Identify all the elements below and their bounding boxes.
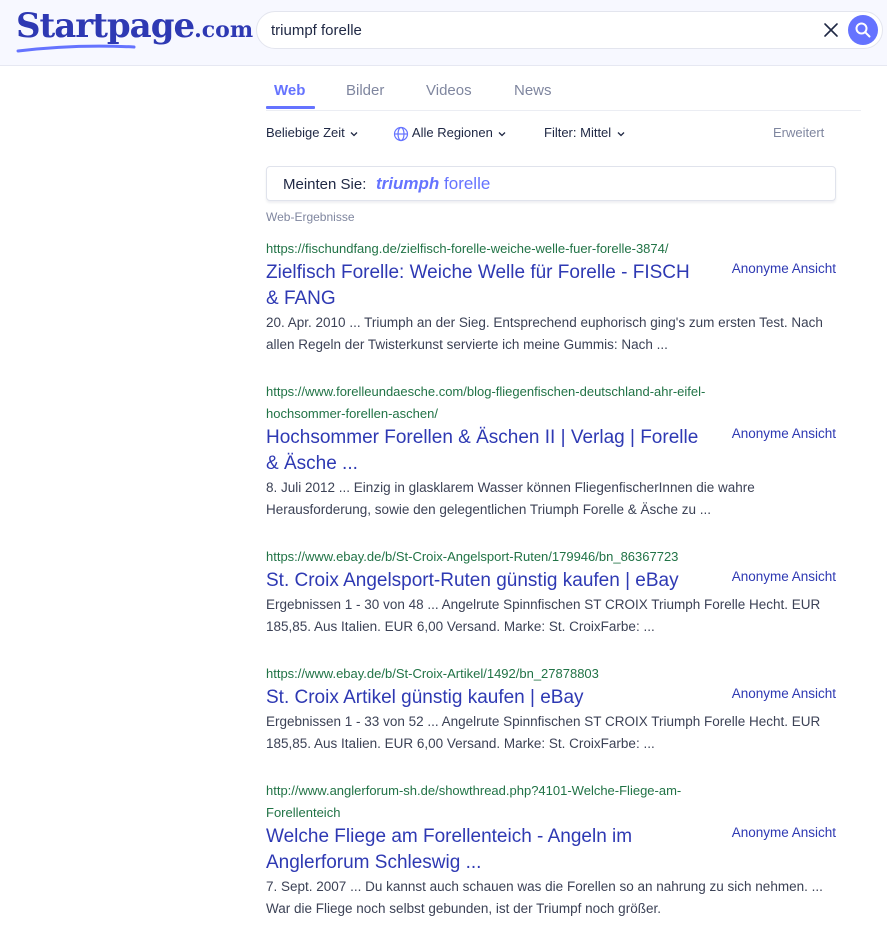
did-you-mean-rest-word: forelle — [444, 174, 491, 193]
close-icon — [824, 23, 838, 37]
result-url[interactable]: https://www.ebay.de/b/St-Croix-Angelspor… — [266, 546, 726, 568]
search-result: http://www.anglerforum-sh.de/showthread.… — [266, 780, 836, 920]
anonymous-view-link[interactable]: Anonyme Ansicht — [732, 261, 836, 276]
search-result: https://www.ebay.de/b/St-Croix-Angelspor… — [266, 546, 836, 638]
result-title-link[interactable]: St. Croix Artikel günstig kaufen | eBay — [266, 685, 706, 711]
search-result: https://www.ebay.de/b/St-Croix-Artikel/1… — [266, 663, 836, 755]
search-input[interactable] — [271, 20, 801, 40]
did-you-mean-corrected-word: triumph — [376, 174, 440, 193]
logo-main-text: Startpage — [16, 6, 195, 46]
search-bar — [256, 11, 883, 49]
search-result: https://fischundfang.de/zielfisch-forell… — [266, 238, 836, 356]
logo-tld-text: .com — [194, 17, 254, 43]
result-url[interactable]: https://fischundfang.de/zielfisch-forell… — [266, 238, 726, 260]
search-result: https://www.forelleundaesche.com/blog-fl… — [266, 381, 836, 521]
search-button[interactable] — [848, 15, 878, 45]
globe-icon — [393, 126, 409, 141]
result-title-link[interactable]: Zielfisch Forelle: Weiche Welle für Fore… — [266, 260, 706, 312]
search-tabs: Web Bilder Videos News — [266, 80, 861, 111]
startpage-logo[interactable]: Startpage.com — [16, 6, 253, 56]
result-snippet: Ergebnissen 1 - 33 von 52 ... Angelrute … — [266, 714, 821, 751]
time-filter-dropdown[interactable]: Beliebige Zeit — [266, 125, 360, 140]
tab-bilder[interactable]: Bilder — [346, 82, 384, 99]
active-tab-indicator — [266, 106, 315, 109]
result-title-link[interactable]: St. Croix Angelsport-Ruten günstig kaufe… — [266, 568, 706, 594]
search-icon — [855, 22, 871, 38]
results-section-label: Web-Ergebnisse — [266, 210, 355, 224]
result-snippet: 20. Apr. 2010 ... Triumph an der Sieg. E… — [266, 315, 823, 352]
chevron-down-icon — [499, 131, 506, 136]
anonymous-view-link[interactable]: Anonyme Ansicht — [732, 569, 836, 584]
region-filter-dropdown[interactable]: Alle Regionen — [393, 125, 508, 142]
chevron-down-icon — [617, 131, 625, 136]
result-url[interactable]: https://www.forelleundaesche.com/blog-fl… — [266, 381, 726, 425]
result-title-link[interactable]: Welche Fliege am Forellenteich - Angeln … — [266, 824, 706, 876]
time-filter-label: Beliebige Zeit — [266, 125, 345, 140]
result-url[interactable]: http://www.anglerforum-sh.de/showthread.… — [266, 780, 726, 824]
did-you-mean-box: Meinten Sie: triumph forelle — [266, 166, 836, 201]
result-snippet: Ergebnissen 1 - 30 von 48 ... Angelrute … — [266, 597, 821, 634]
did-you-mean-suggestion-link[interactable]: triumph forelle — [376, 174, 490, 194]
result-snippet: 8. Juli 2012 ... Einzig in glasklarem Wa… — [266, 480, 755, 517]
logo-swoosh-icon — [16, 44, 136, 53]
anonymous-view-link[interactable]: Anonyme Ansicht — [732, 825, 836, 840]
result-url[interactable]: https://www.ebay.de/b/St-Croix-Artikel/1… — [266, 663, 726, 685]
tab-news[interactable]: News — [514, 82, 552, 99]
safe-search-filter-label: Filter: Mittel — [544, 125, 612, 140]
chevron-down-icon — [350, 131, 358, 136]
advanced-search-link[interactable]: Erweitert — [773, 125, 824, 140]
region-filter-label: Alle Regionen — [411, 125, 493, 140]
anonymous-view-link[interactable]: Anonyme Ansicht — [732, 426, 836, 441]
did-you-mean-prefix: Meinten Sie: — [283, 176, 367, 193]
tab-videos[interactable]: Videos — [426, 82, 472, 99]
safe-search-filter-dropdown[interactable]: Filter: Mittel — [544, 125, 627, 140]
header: Startpage.com — [0, 0, 887, 66]
result-snippet: 7. Sept. 2007 ... Du kannst auch schauen… — [266, 879, 823, 916]
anonymous-view-link[interactable]: Anonyme Ansicht — [732, 686, 836, 701]
filter-bar: Beliebige Zeit Alle Regionen Filter: Mit… — [266, 124, 836, 144]
clear-search-button[interactable] — [822, 21, 840, 39]
result-title-link[interactable]: Hochsommer Forellen & Äschen II | Verlag… — [266, 425, 706, 477]
tab-web[interactable]: Web — [274, 82, 305, 99]
